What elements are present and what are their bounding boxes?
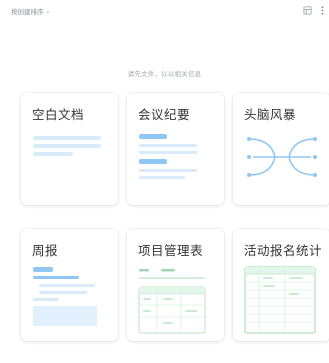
sort-label: 按创建排序: [11, 8, 44, 16]
template-card-weekly-report[interactable]: 周报: [21, 229, 118, 341]
sort-dropdown[interactable]: 按创建排序 ⌄: [11, 6, 51, 17]
more-vertical-icon[interactable]: [320, 6, 325, 15]
weekly-report-preview: [21, 229, 118, 341]
card-title: 项目管理表: [138, 243, 204, 258]
blank-doc-preview: [21, 93, 118, 205]
top-toolbar: 按创建排序 ⌄: [0, 0, 329, 28]
chevron-down-icon: ⌄: [45, 7, 51, 15]
meeting-notes-preview: [127, 93, 224, 205]
card-title: 头脑风暴: [244, 107, 297, 122]
empty-hint-text: 请先文件，以以相关信息: [127, 70, 202, 78]
project-table-preview: [138, 269, 206, 334]
mindmap-preview: [247, 137, 317, 177]
template-card-blank-doc[interactable]: 空白文档: [21, 93, 118, 205]
card-title: 活动报名统计: [244, 243, 323, 258]
template-card-project-table[interactable]: 项目管理表: [127, 229, 224, 341]
signup-table-preview: [244, 266, 316, 334]
template-card-brainstorm[interactable]: 头脑风暴: [233, 93, 329, 205]
layout-icon[interactable]: [303, 6, 312, 15]
template-card-signup-stats[interactable]: 活动报名统计: [233, 229, 329, 341]
template-card-meeting-notes[interactable]: 会议纪要: [127, 93, 224, 205]
